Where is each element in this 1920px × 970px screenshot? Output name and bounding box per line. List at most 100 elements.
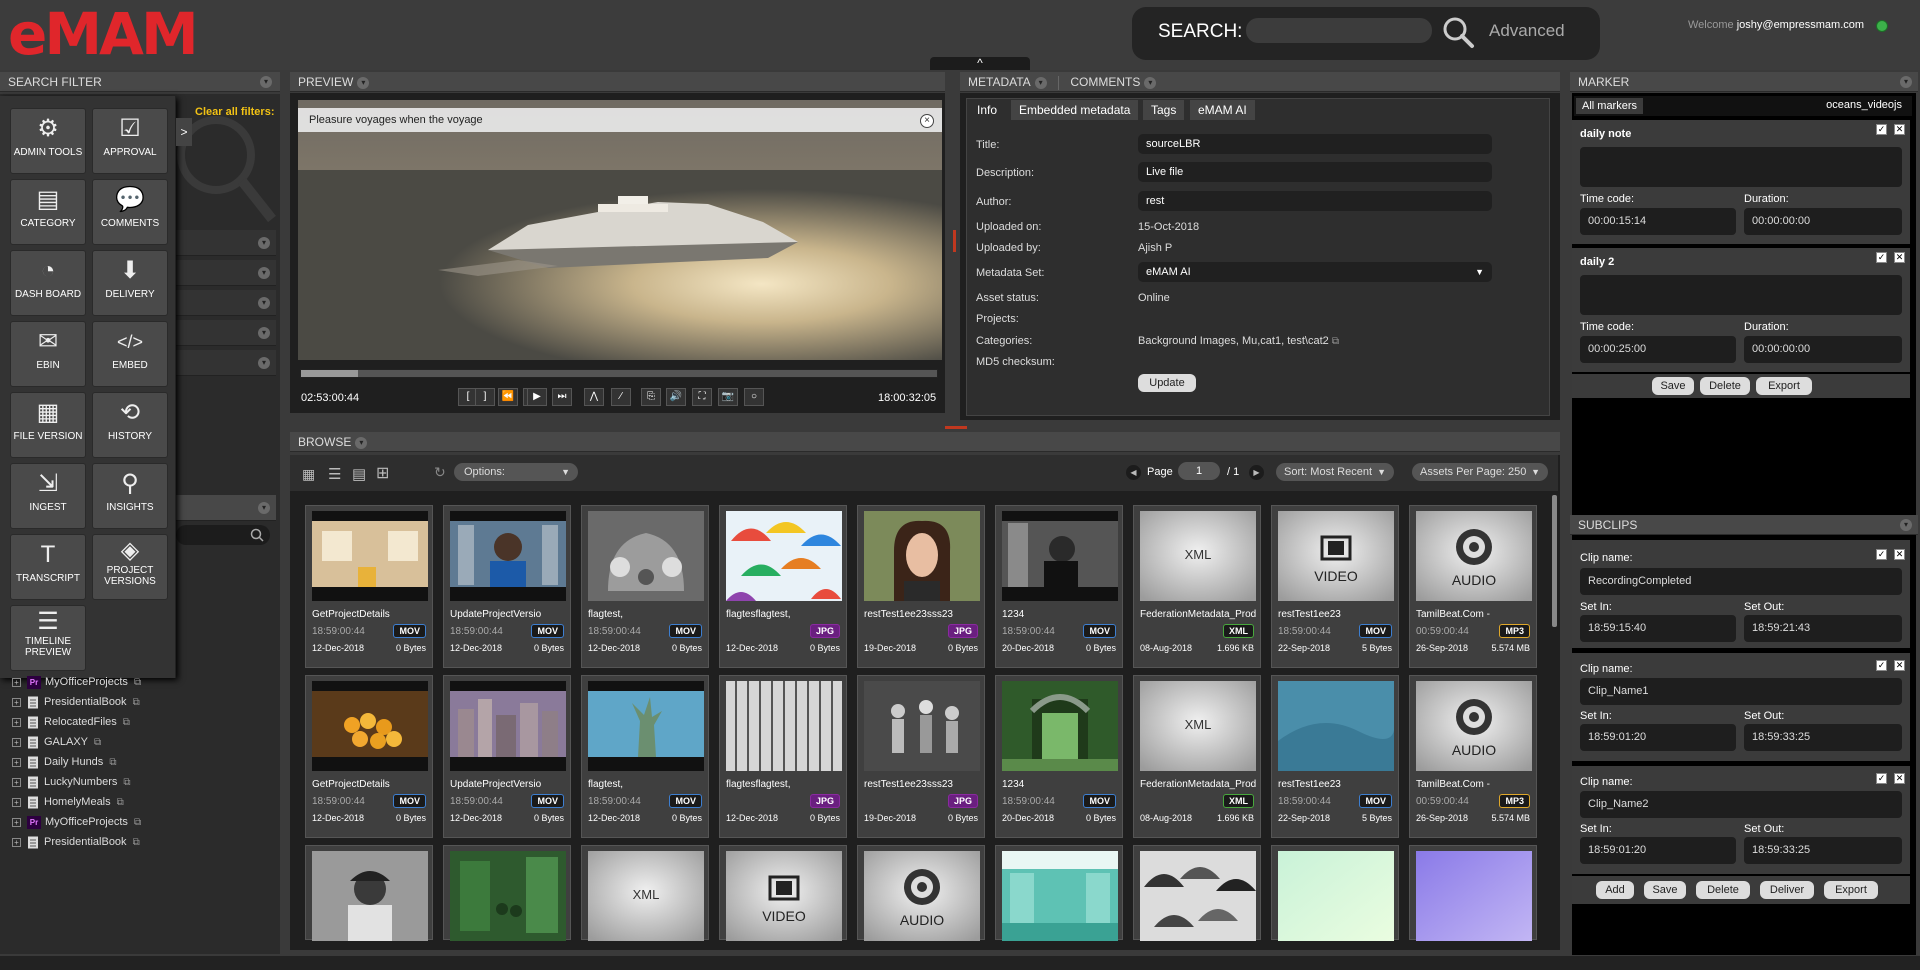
asset-card[interactable]: [1409, 845, 1537, 941]
marker-header[interactable]: MARKER ▾: [1570, 72, 1918, 92]
external-link-icon[interactable]: ⧉: [1332, 336, 1339, 347]
asset-card[interactable]: flagtesflagtest, 12-Dec-2018 0 Bytes JPG: [719, 505, 847, 668]
asset-card[interactable]: [1271, 845, 1399, 941]
search-input[interactable]: [1246, 18, 1432, 43]
splitter-handle[interactable]: [953, 230, 956, 252]
clip-name-field[interactable]: Clip_Name1: [1580, 678, 1902, 705]
subclip-export-button[interactable]: Export: [1824, 881, 1878, 899]
chevron-down-icon[interactable]: ▾: [260, 76, 272, 88]
video-player[interactable]: [298, 100, 942, 360]
external-link-icon[interactable]: ⧉: [133, 697, 140, 708]
chevron-down-icon[interactable]: ▾: [355, 436, 368, 449]
subclip-deliver-button[interactable]: Deliver: [1760, 881, 1814, 899]
subclip-delete-button[interactable]: Delete: [1696, 881, 1750, 899]
chevron-down-icon[interactable]: ▾: [258, 357, 270, 369]
duration-field[interactable]: 00:00:00:00: [1744, 208, 1902, 235]
asset-thumbnail[interactable]: [1002, 681, 1118, 771]
video-scrubber[interactable]: [300, 369, 938, 378]
tree-item[interactable]: + Pr MyOfficeProjects ⧉: [12, 813, 141, 831]
checkbox-icon[interactable]: ✓: [1876, 773, 1887, 784]
tree-item[interactable]: + HomelyMeals ⧉: [12, 793, 124, 811]
asset-thumbnail[interactable]: [726, 681, 842, 771]
filmstrip-view-icon[interactable]: ▤: [352, 465, 366, 483]
asset-thumbnail[interactable]: [864, 511, 980, 601]
per-page-dropdown[interactable]: Assets Per Page: 250 ▼: [1412, 463, 1548, 481]
expand-icon[interactable]: +: [12, 737, 21, 747]
asset-thumbnail[interactable]: [450, 681, 566, 771]
user-email[interactable]: joshy@empressmam.com: [1737, 19, 1864, 31]
approval-button[interactable]: ☑ APPROVAL: [92, 108, 168, 174]
asset-card[interactable]: XML FederationMetadata_Prod 08-Aug-2018 1.6…: [1133, 675, 1261, 838]
checkbox-icon[interactable]: ✓: [1876, 124, 1887, 135]
category-button[interactable]: ▤ CATEGORY: [10, 179, 86, 245]
asset-card[interactable]: VIDEO: [719, 845, 847, 941]
asset-card[interactable]: [995, 845, 1123, 941]
tree-item[interactable]: + Pr MyOfficeProjects ⧉: [12, 673, 141, 691]
options-dropdown[interactable]: Options: ▼: [454, 463, 578, 481]
asset-thumbnail[interactable]: AUDIO: [864, 851, 980, 941]
fullscreen-icon[interactable]: ⛶: [692, 388, 712, 406]
delivery-button[interactable]: ⬇ DELIVERY: [92, 250, 168, 316]
chevron-down-icon[interactable]: ▾: [357, 76, 370, 89]
insights-button[interactable]: ⚲ INSIGHTS: [92, 463, 168, 529]
expand-icon[interactable]: +: [12, 817, 21, 827]
external-link-icon[interactable]: ⧉: [94, 737, 101, 748]
marker-note-field[interactable]: [1580, 147, 1902, 187]
project-versions-button[interactable]: ◈ PROJECT VERSIONS: [92, 534, 168, 600]
asset-thumbnail[interactable]: AUDIO: [1416, 511, 1532, 601]
chevron-down-icon[interactable]: ▾: [258, 502, 270, 514]
filter-row[interactable]: ▾: [176, 350, 276, 376]
subclip-save-button[interactable]: Save: [1644, 881, 1686, 899]
chevron-down-icon[interactable]: ▾: [1900, 76, 1912, 88]
external-link-icon[interactable]: ⧉: [134, 817, 141, 828]
asset-card[interactable]: GetProjectDetails 18:59:00:44 12-Dec-2018 0…: [305, 505, 433, 668]
time-code-field[interactable]: 00:00:25:00: [1580, 336, 1736, 363]
asset-thumbnail[interactable]: XML: [1140, 681, 1256, 771]
duration-field[interactable]: 00:00:00:00: [1744, 336, 1902, 363]
asset-card[interactable]: flagtest, 18:59:00:44 12-Dec-2018 0 Bytes MO…: [581, 675, 709, 838]
checkbox-icon[interactable]: ✓: [1876, 660, 1887, 671]
metadata-set-select[interactable]: eMAM AI ▼: [1138, 262, 1492, 282]
tree-item[interactable]: + RelocatedFiles ⧉: [12, 713, 130, 731]
asset-card[interactable]: restTest1ee23sss23 19-Dec-2018 0 Bytes JPG: [857, 505, 985, 668]
asset-thumbnail[interactable]: [1002, 511, 1118, 601]
filter-row[interactable]: ▾: [176, 230, 276, 256]
asset-card[interactable]: [443, 845, 571, 941]
add-asset-icon[interactable]: ⊞: [376, 463, 389, 483]
sort-dropdown[interactable]: Sort: Most Recent ▼: [1276, 463, 1394, 481]
asset-thumbnail[interactable]: VIDEO: [1278, 511, 1394, 601]
comments-title[interactable]: COMMENTS: [1070, 75, 1140, 89]
asset-card[interactable]: UpdateProjectVersio 18:59:00:44 12-Dec-201…: [443, 675, 571, 838]
set-out-field[interactable]: 18:59:33:25: [1744, 837, 1902, 864]
asset-thumbnail[interactable]: [588, 511, 704, 601]
next-page-button[interactable]: ▶: [1249, 465, 1264, 480]
marker-button[interactable]: ⋀: [584, 388, 604, 406]
checkbox-icon[interactable]: ✓: [1876, 549, 1887, 560]
tree-item[interactable]: + GALAXY ⧉: [12, 733, 101, 751]
grid-view-icon[interactable]: ▦: [302, 466, 315, 483]
history-button[interactable]: ⟲ HISTORY: [92, 392, 168, 458]
asset-thumbnail[interactable]: [450, 511, 566, 601]
asset-card[interactable]: AUDIO TamilBeat.Com - 00:59:00:44 26-Sep-20…: [1409, 675, 1537, 838]
asset-thumbnail[interactable]: VIDEO: [726, 851, 842, 941]
transcript-button[interactable]: T TRANSCRIPT: [10, 534, 86, 600]
asset-card[interactable]: restTest1ee23sss23 19-Dec-2018 0 Bytes JPG: [857, 675, 985, 838]
external-link-icon[interactable]: ⧉: [109, 757, 116, 768]
filter-row[interactable]: ▾: [176, 320, 276, 346]
browse-header[interactable]: BROWSE ▾: [290, 432, 1560, 452]
emam-logo[interactable]: eMAM: [8, 4, 199, 64]
snapshot-icon[interactable]: 📷: [718, 388, 738, 406]
asset-card[interactable]: flagtest, 18:59:00:44 12-Dec-2018 0 Bytes MO…: [581, 505, 709, 668]
tab-info[interactable]: Info: [969, 100, 1006, 120]
set-in-field[interactable]: 18:59:01:20: [1580, 837, 1736, 864]
asset-card[interactable]: [305, 845, 433, 941]
ingest-button[interactable]: ⇲ INGEST: [10, 463, 86, 529]
tree-item[interactable]: + Daily Hunds ⧉: [12, 753, 116, 771]
tree-item[interactable]: + PresidentialBook ⧉: [12, 833, 140, 851]
expand-icon[interactable]: +: [12, 837, 21, 847]
asset-thumbnail[interactable]: [588, 681, 704, 771]
asset-thumbnail[interactable]: [450, 851, 566, 941]
set-in-field[interactable]: 18:59:01:20: [1580, 724, 1736, 751]
mark-out-button[interactable]: ]: [475, 388, 495, 406]
asset-thumbnail[interactable]: [1278, 851, 1394, 941]
